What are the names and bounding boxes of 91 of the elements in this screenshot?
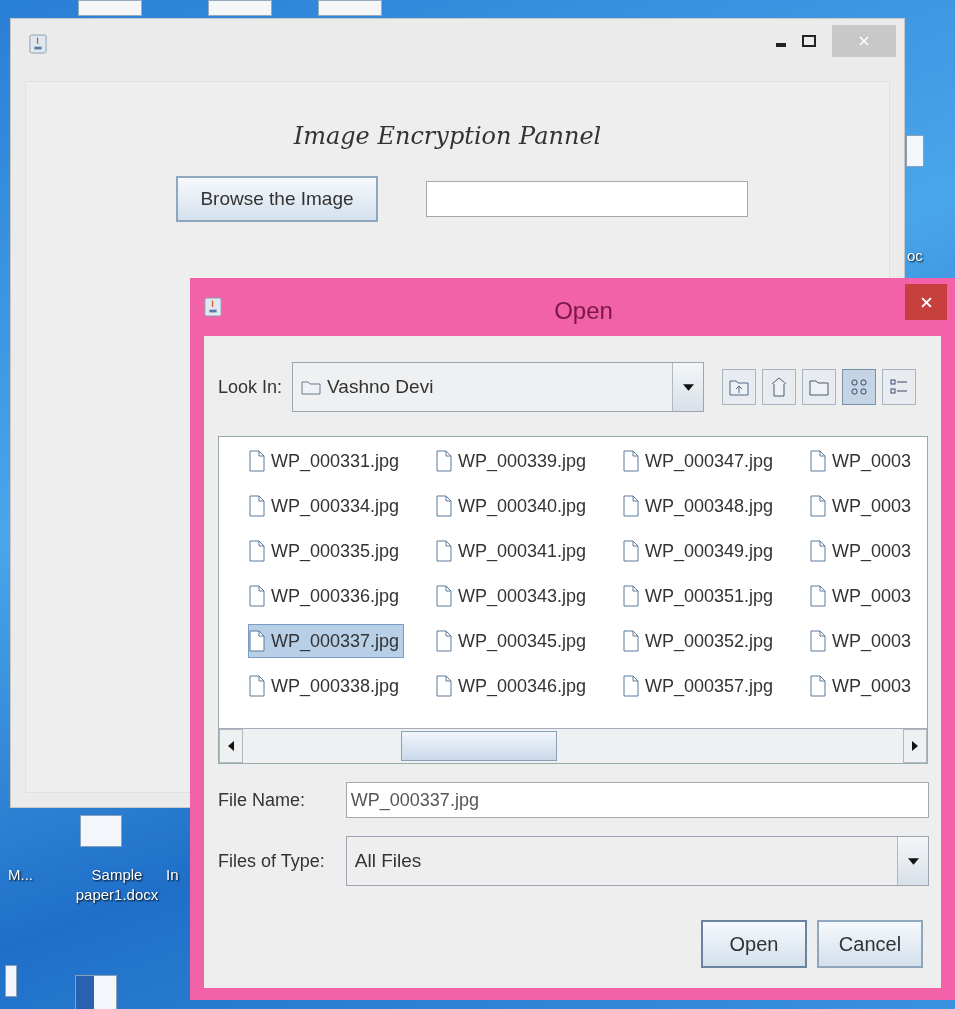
new-folder-button[interactable] <box>802 369 837 405</box>
file-icon <box>623 630 639 652</box>
up-folder-icon <box>729 378 750 396</box>
panel-heading: Image Encryption Pannel <box>292 122 603 150</box>
file-icon <box>436 675 452 697</box>
close-icon <box>859 36 869 46</box>
file-item[interactable]: WP_000339.jpg <box>436 445 591 477</box>
file-item[interactable]: WP_000357.jpg <box>623 670 778 702</box>
file-item[interactable]: WP_000338.jpg <box>249 670 404 702</box>
file-icon <box>810 675 826 697</box>
file-item[interactable]: WP_0003 <box>810 445 916 477</box>
file-icon <box>436 450 452 472</box>
horizontal-scrollbar[interactable] <box>219 728 927 763</box>
file-name-field[interactable]: WP_000337.jpg <box>345 782 929 818</box>
file-item[interactable]: WP_000341.jpg <box>436 535 591 567</box>
file-item[interactable]: WP_000347.jpg <box>623 445 778 477</box>
file-item[interactable]: WP_0003 <box>810 625 916 657</box>
file-item[interactable]: WP_0003 <box>810 490 916 522</box>
details-view-icon <box>890 378 909 396</box>
list-view-button[interactable] <box>842 369 877 405</box>
dialog-title: Open <box>553 297 614 325</box>
file-item[interactable]: WP_000346.jpg <box>436 670 591 702</box>
folder-icon <box>301 379 322 395</box>
file-icon <box>623 585 639 607</box>
file-item[interactable]: WP_0003 <box>810 580 916 612</box>
document-icon[interactable] <box>80 815 122 847</box>
document-icon[interactable] <box>906 135 924 167</box>
file-icon <box>810 585 826 607</box>
document-icon[interactable] <box>5 965 17 997</box>
dropdown-arrow-icon <box>907 857 919 865</box>
file-icon <box>810 495 826 517</box>
path-field[interactable] <box>426 181 748 217</box>
file-item[interactable]: WP_0003 <box>810 535 916 567</box>
file-item[interactable]: WP_000334.jpg <box>249 490 404 522</box>
file-icon <box>436 495 452 517</box>
file-item[interactable]: WP_000340.jpg <box>436 490 591 522</box>
file-icon <box>810 540 826 562</box>
file-icon <box>810 630 826 652</box>
file-icon <box>436 630 452 652</box>
file-item[interactable]: WP_000352.jpg <box>623 625 778 657</box>
desktop-file-icon[interactable] <box>318 0 382 16</box>
desktop-file-icon[interactable] <box>208 0 272 16</box>
file-item[interactable]: WP_000335.jpg <box>249 535 404 567</box>
file-item[interactable]: WP_000331.jpg <box>249 445 404 477</box>
file-item[interactable]: WP_000349.jpg <box>623 535 778 567</box>
list-view-icon <box>850 378 869 396</box>
browse-button[interactable]: Browse the Image <box>176 176 378 222</box>
folder-icon <box>809 378 830 396</box>
open-button[interactable]: Open <box>701 920 807 968</box>
file-type-dropdown[interactable]: All Files <box>345 836 929 886</box>
look-in-dropdown[interactable]: Vashno Devi <box>292 362 705 412</box>
file-item[interactable]: WP_000348.jpg <box>623 490 778 522</box>
home-icon <box>770 377 789 397</box>
file-icon <box>249 495 265 517</box>
cancel-button[interactable]: Cancel <box>817 920 923 968</box>
scroll-right-icon[interactable] <box>912 741 918 751</box>
maximize-icon[interactable] <box>802 35 816 47</box>
file-item[interactable]: WP_000351.jpg <box>623 580 778 612</box>
file-type-label: Files of Type: <box>218 850 326 872</box>
file-icon <box>436 540 452 562</box>
file-item[interactable]: WP_000336.jpg <box>249 580 404 612</box>
app-icon <box>29 33 47 55</box>
scroll-left-icon[interactable] <box>228 741 234 751</box>
file-icon <box>623 675 639 697</box>
desktop-file-icon[interactable] <box>78 0 142 16</box>
desktop-icon-label[interactable]: M... <box>8 865 42 885</box>
details-view-button[interactable] <box>882 369 917 405</box>
file-icon <box>436 585 452 607</box>
file-icon <box>623 450 639 472</box>
up-folder-button[interactable] <box>722 369 757 405</box>
word-document-icon[interactable] <box>75 975 117 1009</box>
file-icon <box>249 585 265 607</box>
file-icon <box>249 540 265 562</box>
file-icon <box>810 450 826 472</box>
dropdown-arrow-icon <box>682 383 694 391</box>
file-item[interactable]: WP_000343.jpg <box>436 580 591 612</box>
file-icon <box>623 495 639 517</box>
file-icon <box>623 540 639 562</box>
look-in-label: Look In: <box>218 376 283 398</box>
file-icon <box>249 450 265 472</box>
app-icon <box>204 296 222 318</box>
scroll-thumb[interactable] <box>401 731 557 761</box>
file-icon <box>249 675 265 697</box>
file-name-label: File Name: <box>218 789 307 811</box>
file-item[interactable]: WP_0003 <box>810 670 916 702</box>
file-item[interactable]: WP_000337.jpg <box>249 625 404 657</box>
close-icon <box>920 296 932 308</box>
home-button[interactable] <box>762 369 797 405</box>
file-item[interactable]: WP_000345.jpg <box>436 625 591 657</box>
file-icon <box>249 630 265 652</box>
close-button[interactable] <box>905 284 947 320</box>
